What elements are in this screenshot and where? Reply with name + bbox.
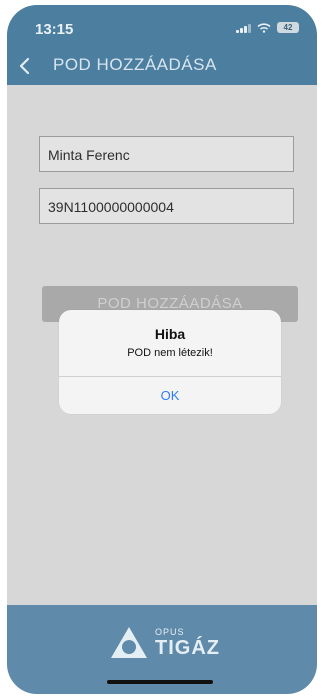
alert-ok-button[interactable]: OK [59, 377, 281, 414]
alert-title: Hiba [154, 326, 186, 342]
battery-icon: 42 [277, 22, 299, 33]
logo-icon [111, 627, 147, 658]
back-chevron-icon[interactable] [17, 56, 33, 76]
home-indicator[interactable] [107, 680, 213, 684]
status-time: 13:15 [35, 21, 74, 38]
logo-opus-text: OPUS [155, 626, 185, 637]
error-alert: Hiba POD nem létezik! OK [59, 310, 281, 414]
name-field[interactable]: Minta Ferenc [39, 136, 294, 172]
logo-tigaz-text: TIGÁZ [155, 636, 220, 659]
wifi-icon [257, 22, 271, 33]
app-header: 13:15 42 POD HOZZÁADÁSA [7, 5, 317, 85]
status-icons: 42 [236, 22, 299, 33]
signal-icon [236, 23, 251, 33]
opus-tigaz-logo: OPUS TIGÁZ [109, 625, 220, 661]
pod-field[interactable]: 39N1100000000004 [39, 188, 294, 224]
alert-message: POD nem létezik! [127, 347, 213, 359]
app-screen: 13:15 42 POD HOZZÁADÁSA Minta Ferenc 39N… [7, 5, 317, 694]
page-title: POD HOZZÁADÁSA [53, 55, 217, 74]
